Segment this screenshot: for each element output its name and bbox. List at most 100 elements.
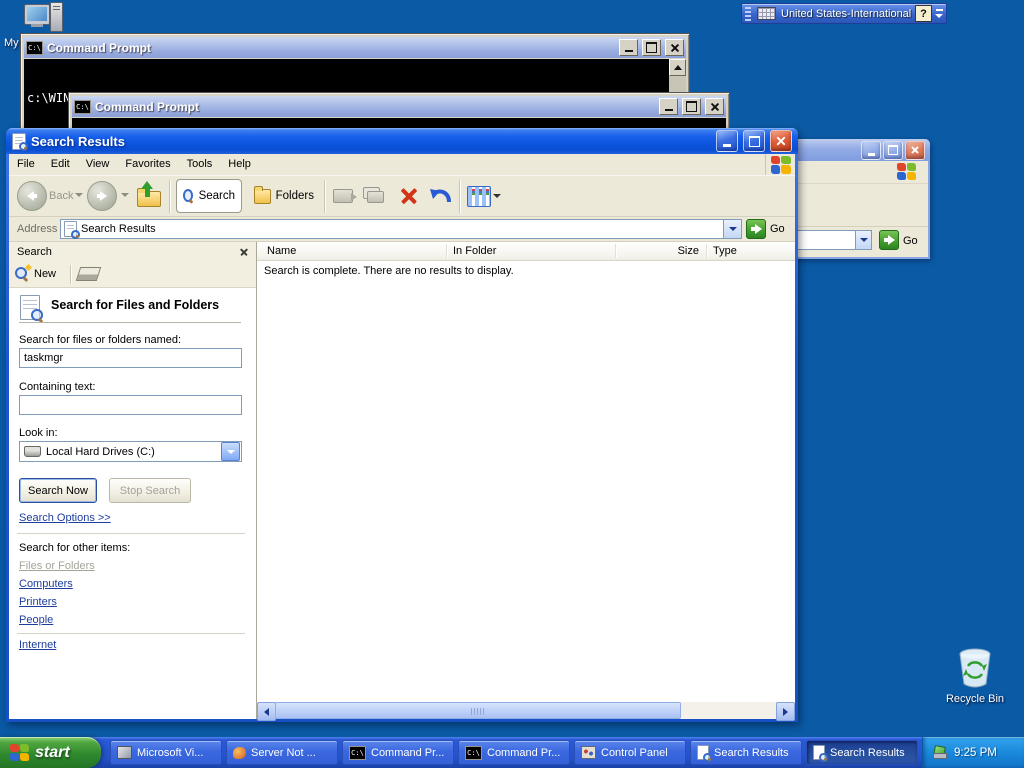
column-type[interactable]: Type [713,245,737,257]
menu-help[interactable]: Help [220,154,259,175]
windows-logo-icon [897,163,916,180]
go-label[interactable]: Go [903,235,918,247]
search-options-link[interactable]: Search Options >> [19,512,111,524]
link-printers[interactable]: Printers [19,596,57,608]
scroll-up-button[interactable] [669,59,686,76]
search-results-window[interactable]: Search Results File Edit View Favorites … [6,128,798,722]
menu-view[interactable]: View [78,154,118,175]
column-size[interactable]: Size [617,245,699,257]
task-control-panel[interactable]: Control Panel [574,740,686,765]
search-toggle-button[interactable]: Search [176,179,242,213]
maximize-button[interactable] [743,130,765,152]
undo-icon [430,189,451,203]
task-search-results-1[interactable]: Search Results [690,740,802,765]
named-input[interactable] [19,348,242,368]
search-now-button[interactable]: Search Now [19,478,97,503]
named-label: Search for files or folders named: [19,334,182,346]
stop-search-button[interactable]: Stop Search [109,478,191,503]
search-files-icon [20,295,43,321]
scroll-left-button[interactable] [257,702,276,721]
close-button[interactable] [905,140,925,160]
eraser-icon[interactable] [75,267,102,281]
results-pane: Name In Folder Size Type Search is compl… [257,242,795,721]
folders-button[interactable]: Folders [249,179,319,213]
help-button[interactable]: ? [915,5,932,22]
recycle-bin-label: Recycle Bin [945,693,1005,705]
combo-dropdown-button[interactable] [723,220,741,238]
task-search-results-2[interactable]: Search Results [806,740,918,765]
go-label[interactable]: Go [770,223,785,235]
task-command-prompt-2[interactable]: C:\ Command Pr... [458,740,570,765]
back-button[interactable] [17,181,47,211]
column-in-folder[interactable]: In Folder [453,245,496,257]
menu-edit[interactable]: Edit [43,154,78,175]
toolbar: Back Search Folders [9,175,795,217]
address-combo[interactable] [794,230,872,250]
bg-menubar[interactable] [794,161,928,184]
link-files-or-folders[interactable]: Files or Folders [19,560,95,572]
menu-favorites[interactable]: Favorites [117,154,178,175]
background-window[interactable]: Go [792,139,930,259]
task-server-not[interactable]: Server Not ... [226,740,338,765]
windows-logo-icon [770,155,791,174]
maximize-button[interactable] [682,98,701,115]
menu-file[interactable]: File [9,154,43,175]
maximize-button[interactable] [642,39,661,56]
minimize-button[interactable] [716,130,738,152]
cmd2-titlebar[interactable]: C:\ Command Prompt [72,96,726,117]
delete-button[interactable] [397,184,421,208]
close-pane-icon[interactable] [239,247,248,256]
minimize-button[interactable] [861,140,881,160]
move-to-button[interactable] [333,185,357,205]
task-label: Command Pr... [371,746,445,759]
undo-button[interactable] [427,183,453,209]
titlebar[interactable]: Search Results [6,128,798,154]
link-internet[interactable]: Internet [19,639,56,651]
my-computer-icon[interactable] [24,2,66,36]
copy-to-button[interactable] [363,185,387,205]
address-combo[interactable]: Search Results [60,219,742,239]
folders-icon [254,185,271,204]
scrollbar-thumb[interactable] [275,702,681,719]
cmd1-titlebar[interactable]: C:\ Command Prompt [24,37,686,58]
combo-dropdown-button[interactable] [855,231,871,249]
column-name[interactable]: Name [267,245,296,257]
task-command-prompt-1[interactable]: C:\ Command Pr... [342,740,454,765]
views-button[interactable] [467,186,491,207]
forward-button[interactable] [87,181,117,211]
taskbar: start Microsoft Vi... Server Not ... C:\… [0,737,1024,768]
start-button[interactable]: start [0,737,101,768]
recycle-bin-icon[interactable] [953,645,997,691]
scroll-right-button[interactable] [776,702,795,721]
tray-icon[interactable] [933,745,947,759]
search-results-icon [697,745,712,762]
look-in-combo[interactable]: Local Hard Drives (C:) [19,441,242,462]
language-bar[interactable]: United States-International ? [741,3,947,24]
new-search-button[interactable]: New [15,263,56,281]
language-bar-grip[interactable] [745,6,751,21]
desktop: My United States-International ? C:\ Com… [0,0,1024,768]
clock: 9:25 PM [954,746,997,759]
forward-arrow-icon [100,191,107,201]
up-button[interactable] [137,181,163,209]
close-button[interactable] [705,98,724,115]
containing-input[interactable] [19,395,242,415]
close-button[interactable] [665,39,684,56]
language-options-button[interactable] [932,4,946,23]
back-dropdown-icon[interactable] [75,193,83,197]
link-computers[interactable]: Computers [19,578,73,590]
minimize-button[interactable] [619,39,638,56]
combo-dropdown-button[interactable] [221,442,240,461]
menu-tools[interactable]: Tools [179,154,221,175]
go-button[interactable] [879,230,899,250]
maximize-button[interactable] [883,140,903,160]
minimize-button[interactable] [659,98,678,115]
views-dropdown-icon[interactable] [493,194,501,198]
forward-dropdown-icon[interactable] [121,193,129,197]
horizontal-scrollbar[interactable] [257,702,795,721]
task-microsoft-vi[interactable]: Microsoft Vi... [110,740,222,765]
bg-titlebar[interactable] [792,139,930,161]
close-button[interactable] [770,130,792,152]
link-people[interactable]: People [19,614,53,626]
go-button[interactable] [746,219,766,239]
